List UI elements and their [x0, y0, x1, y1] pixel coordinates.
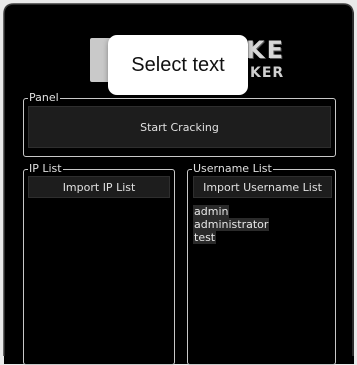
username-entry: administrator [193, 218, 270, 231]
username-entry: admin [193, 205, 230, 218]
list-item[interactable]: admin [193, 205, 323, 218]
import-ip-list-button[interactable]: Import IP List [28, 176, 170, 198]
username-list-legend: Username List [193, 162, 272, 175]
ip-list-legend: IP List [29, 162, 62, 175]
import-username-list-button[interactable]: Import Username List [193, 176, 332, 198]
logo-text-line2: KER [250, 65, 285, 81]
username-list[interactable]: admin administrator test [193, 205, 323, 244]
panel-legend: Panel [29, 91, 59, 104]
list-item[interactable]: test [193, 231, 323, 244]
list-item[interactable]: administrator [193, 218, 323, 231]
select-text-tooltip: Select text [108, 35, 248, 95]
start-cracking-button[interactable]: Start Cracking [28, 106, 331, 148]
logo-text-line1: KE [246, 36, 285, 64]
username-entry: test [193, 231, 217, 244]
